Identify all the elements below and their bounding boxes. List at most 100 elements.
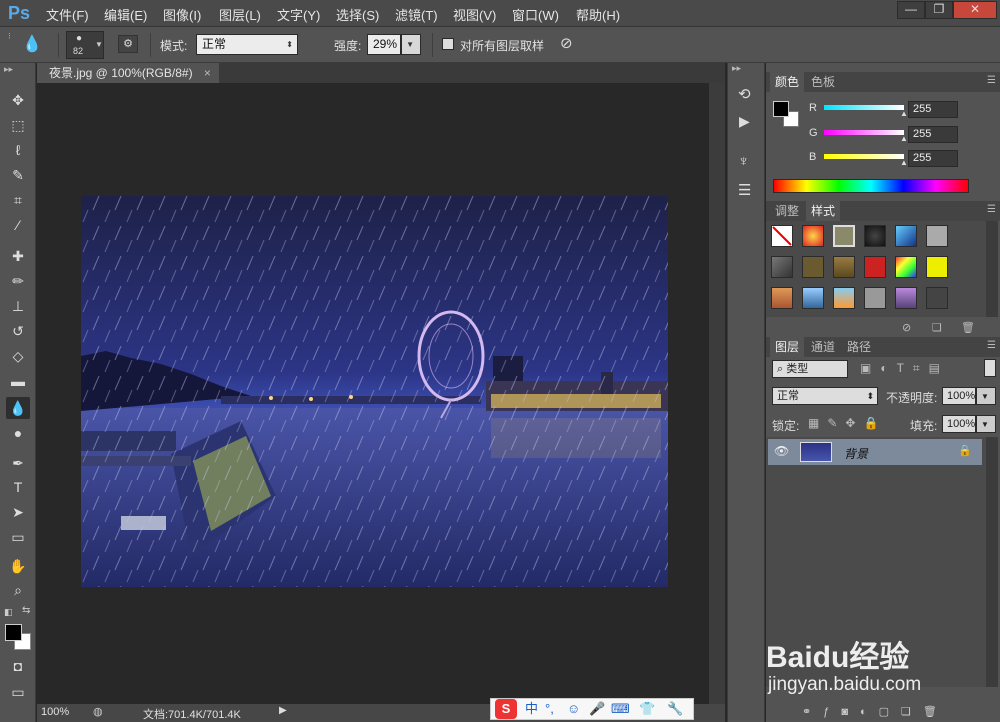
ime-settings-icon[interactable]: 🔧 bbox=[667, 699, 683, 719]
brush-preset-picker[interactable]: ● 82 ▼ bbox=[66, 31, 104, 59]
actions-play-icon[interactable]: ▶ bbox=[739, 113, 750, 130]
menu-layer[interactable]: 图层(L) bbox=[219, 5, 261, 24]
ime-keyboard-icon[interactable]: ⌨ bbox=[611, 699, 630, 719]
foreground-color-swatch[interactable] bbox=[5, 624, 22, 641]
collapse-icon[interactable]: ▸▸ bbox=[732, 63, 741, 74]
channel-b-slider[interactable] bbox=[824, 154, 904, 159]
zoom-level[interactable]: 100% bbox=[41, 706, 69, 718]
properties-icon[interactable]: ☰ bbox=[738, 181, 751, 199]
quick-mask-icon[interactable]: ◘ bbox=[6, 655, 30, 677]
tab-color[interactable]: 颜色 bbox=[770, 72, 805, 92]
quick-select-tool-icon[interactable]: ✎ bbox=[6, 164, 30, 186]
style-swatch-icon[interactable] bbox=[802, 256, 824, 278]
panel-menu-icon[interactable]: ☰ bbox=[987, 340, 996, 351]
swap-colors-icon[interactable]: ⇆ bbox=[22, 605, 30, 616]
style-swatch-icon[interactable] bbox=[833, 225, 855, 247]
blend-mode-select[interactable]: 正常 ⬍ bbox=[772, 387, 878, 405]
channel-b-input[interactable]: 255 bbox=[908, 150, 958, 167]
filter-toggle[interactable] bbox=[984, 359, 996, 377]
menu-edit[interactable]: 编辑(E) bbox=[104, 5, 147, 24]
sogou-logo-icon[interactable]: S bbox=[495, 699, 517, 719]
brush-panel-icon[interactable]: ⚙ bbox=[118, 35, 138, 53]
vertical-scrollbar[interactable] bbox=[709, 83, 725, 704]
channel-r-input[interactable]: 255 bbox=[908, 101, 958, 118]
minimize-button[interactable]: — bbox=[897, 1, 925, 19]
pen-tool-icon[interactable]: ✒ bbox=[6, 452, 30, 474]
close-tab-icon[interactable]: × bbox=[204, 66, 211, 80]
close-button[interactable]: ✕ bbox=[953, 1, 997, 19]
gradient-tool-icon[interactable]: ▬ bbox=[6, 370, 30, 392]
style-swatch-icon[interactable] bbox=[895, 225, 917, 247]
slider-handle-icon[interactable]: ▲ bbox=[900, 158, 908, 167]
layer-filter-icons[interactable]: ▣◐T⌗▤ bbox=[860, 361, 949, 376]
zoom-tool-icon[interactable]: ⌕ bbox=[6, 579, 30, 601]
tab-swatches[interactable]: 色板 bbox=[806, 72, 840, 92]
healing-brush-tool-icon[interactable]: ✚ bbox=[6, 245, 30, 267]
tab-channels[interactable]: 通道 bbox=[806, 337, 840, 357]
trash-icon[interactable]: 🗑 bbox=[961, 321, 975, 334]
restore-button[interactable]: ❐ bbox=[925, 1, 953, 19]
screen-mode-icon[interactable]: ▭ bbox=[6, 681, 30, 703]
layer-row[interactable]: 👁 背景 🔒 bbox=[768, 439, 982, 465]
style-swatch-icon[interactable] bbox=[864, 225, 886, 247]
eraser-tool-icon[interactable]: ◇ bbox=[6, 345, 30, 367]
style-swatch-icon[interactable] bbox=[771, 256, 793, 278]
blur-tool-icon[interactable]: 💧 bbox=[6, 397, 30, 419]
lock-options-icons[interactable]: ▦✎✥🔒 bbox=[808, 416, 886, 430]
styles-scrollbar[interactable] bbox=[986, 221, 998, 317]
type-tool-icon[interactable]: T bbox=[6, 476, 30, 498]
style-swatch-icon[interactable] bbox=[833, 256, 855, 278]
play-arrow-icon[interactable]: ▶ bbox=[279, 705, 287, 716]
strength-input[interactable]: 29% bbox=[367, 34, 401, 55]
style-swatch-icon[interactable] bbox=[771, 287, 793, 309]
dodge-tool-icon[interactable]: ● bbox=[6, 422, 30, 444]
new-style-icon[interactable]: ❏ bbox=[932, 321, 942, 334]
tab-layers[interactable]: 图层 bbox=[770, 337, 805, 357]
menu-type[interactable]: 文字(Y) bbox=[277, 5, 320, 24]
menu-view[interactable]: 视图(V) bbox=[453, 5, 496, 24]
style-swatch-icon[interactable] bbox=[802, 287, 824, 309]
channel-r-slider[interactable] bbox=[824, 105, 904, 110]
clone-stamp-tool-icon[interactable]: ⊥ bbox=[6, 295, 30, 317]
menu-window[interactable]: 窗口(W) bbox=[512, 5, 559, 24]
style-swatch-icon[interactable] bbox=[895, 256, 917, 278]
lasso-tool-icon[interactable]: ℓ bbox=[6, 139, 30, 161]
marquee-tool-icon[interactable]: ⬚ bbox=[6, 114, 30, 136]
color-spectrum-bar[interactable] bbox=[773, 179, 969, 193]
brush-presets-icon[interactable]: ♆ bbox=[738, 153, 749, 170]
menu-help[interactable]: 帮助(H) bbox=[576, 5, 620, 24]
pressure-icon[interactable]: ⊘ bbox=[560, 34, 573, 52]
style-swatch-icon[interactable] bbox=[926, 256, 948, 278]
ime-chinese-mode[interactable]: 中 bbox=[525, 699, 538, 719]
delete-style-icon[interactable]: ⊘ bbox=[902, 321, 911, 334]
style-swatch-icon[interactable] bbox=[833, 287, 855, 309]
path-select-tool-icon[interactable]: ➤ bbox=[6, 501, 30, 523]
layer-actions-icons[interactable]: ⚭ƒ◙◐▢❏🗑 bbox=[802, 705, 949, 718]
tab-styles[interactable]: 样式 bbox=[806, 201, 841, 221]
history-icon[interactable]: ⟲ bbox=[738, 85, 751, 103]
foreground-color-swatch[interactable] bbox=[773, 101, 789, 117]
eyedropper-tool-icon[interactable]: ⁄ bbox=[6, 214, 30, 236]
fill-dropdown[interactable]: ▼ bbox=[976, 415, 996, 433]
layer-name[interactable]: 背景 bbox=[844, 445, 868, 462]
style-swatch-icon[interactable] bbox=[926, 287, 948, 309]
fill-input[interactable]: 100% bbox=[942, 415, 976, 433]
sample-all-checkbox[interactable] bbox=[442, 38, 454, 50]
ime-skin-icon[interactable]: 👕 bbox=[639, 699, 655, 719]
default-colors-icon[interactable]: ◧ bbox=[4, 607, 13, 618]
ime-punctuation-icon[interactable]: °, bbox=[545, 699, 554, 719]
style-swatch-icon[interactable] bbox=[895, 287, 917, 309]
strength-dropdown[interactable]: ▼ bbox=[401, 34, 421, 55]
slider-handle-icon[interactable]: ▲ bbox=[900, 134, 908, 143]
status-info-icon[interactable]: ◍ bbox=[93, 705, 103, 718]
style-swatch-icon[interactable] bbox=[864, 256, 886, 278]
opacity-input[interactable]: 100% bbox=[942, 387, 976, 405]
layers-scrollbar[interactable] bbox=[986, 437, 998, 687]
panel-menu-icon[interactable]: ☰ bbox=[987, 204, 996, 215]
shape-tool-icon[interactable]: ▭ bbox=[6, 526, 30, 548]
tab-adjustments[interactable]: 调整 bbox=[770, 201, 804, 221]
blur-tool-icon[interactable]: 💧 bbox=[22, 34, 42, 54]
channel-g-slider[interactable] bbox=[824, 130, 904, 135]
panel-menu-icon[interactable]: ☰ bbox=[987, 75, 996, 86]
tab-paths[interactable]: 路径 bbox=[842, 337, 876, 357]
